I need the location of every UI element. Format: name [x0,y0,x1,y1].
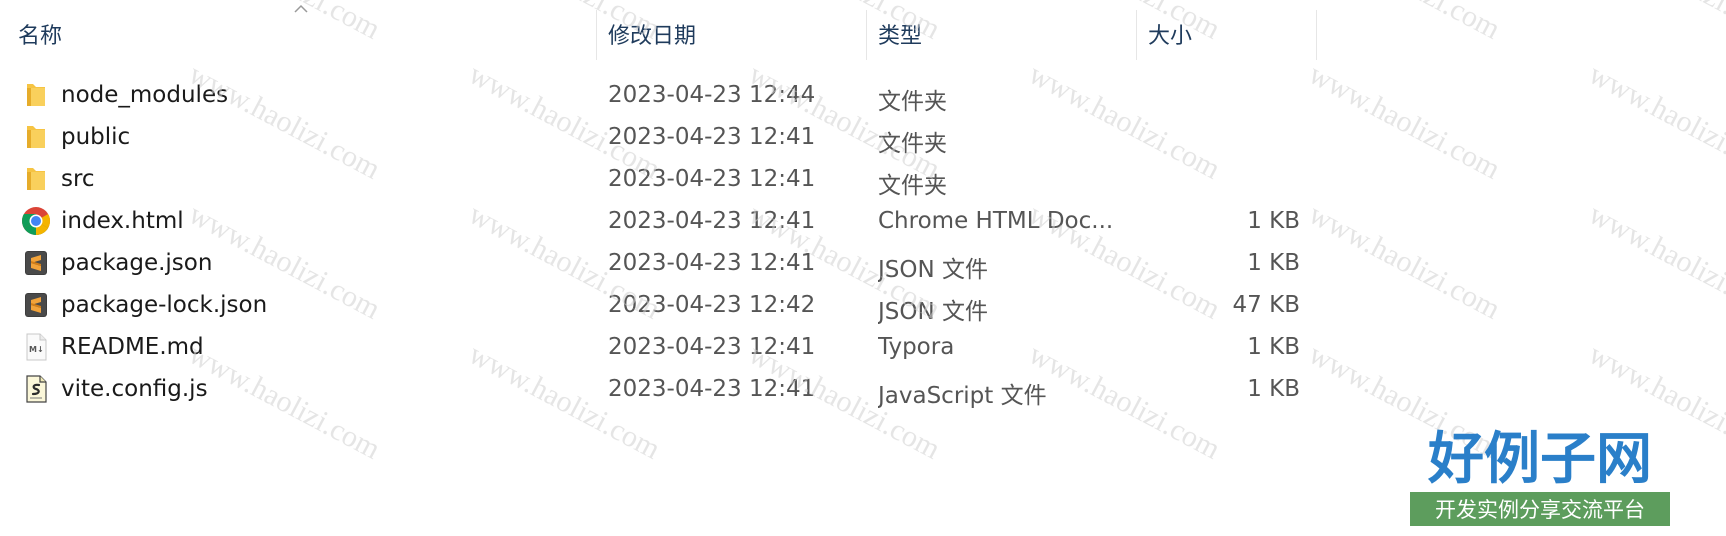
file-row[interactable]: vite.config.js 2023-04-23 12:41 JavaScri… [0,368,1330,410]
file-row[interactable]: index.html 2023-04-23 12:41 Chrome HTML … [0,200,1330,242]
file-name: package-lock.json [61,292,268,318]
column-header-bar: 名称 修改日期 类型 大小 [0,0,1726,70]
svg-text:M↓: M↓ [29,345,44,354]
file-date-modified: 2023-04-23 12:41 [608,166,816,192]
file-date-modified: 2023-04-23 12:41 [608,124,816,150]
script-file-icon [20,373,52,405]
column-divider[interactable] [596,10,597,60]
file-row[interactable]: public 2023-04-23 12:41 文件夹 [0,116,1330,158]
file-row[interactable]: M↓ README.md 2023-04-23 12:41 Typora 1 K… [0,326,1330,368]
chrome-icon [20,205,52,237]
sublime-text-icon [20,289,52,321]
file-row[interactable]: src 2023-04-23 12:41 文件夹 [0,158,1330,200]
markdown-file-icon: M↓ [20,331,52,363]
file-date-modified: 2023-04-23 12:41 [608,250,816,276]
file-name: public [61,124,131,150]
column-header-name[interactable]: 名称 [18,18,62,50]
file-type: JSON 文件 [878,257,989,283]
file-date-modified: 2023-04-23 12:44 [608,82,816,108]
file-row[interactable]: node_modules 2023-04-23 12:44 文件夹 [0,74,1330,116]
file-type: Typora [878,334,955,360]
column-divider[interactable] [1316,10,1317,60]
file-name: node_modules [61,82,229,108]
file-row[interactable]: package.json 2023-04-23 12:41 JSON 文件 1 … [0,242,1330,284]
column-divider[interactable] [866,10,867,60]
file-type: 文件夹 [878,131,947,157]
file-name: vite.config.js [61,376,208,402]
sort-ascending-icon [294,4,308,13]
file-date-modified: 2023-04-23 12:41 [608,334,816,360]
column-divider[interactable] [1136,10,1137,60]
logo-subtitle: 开发实例分享交流平台 [1435,498,1645,522]
column-header-type[interactable]: 类型 [878,18,922,50]
file-date-modified: 2023-04-23 12:42 [608,292,816,318]
file-row[interactable]: package-lock.json 2023-04-23 12:42 JSON … [0,284,1330,326]
file-type: JavaScript 文件 [878,383,1047,409]
file-size: 1 KB [1247,208,1300,234]
file-size: 1 KB [1247,376,1300,402]
folder-icon [20,79,52,111]
column-header-date-modified[interactable]: 修改日期 [608,18,696,50]
file-list: node_modules 2023-04-23 12:44 文件夹 public… [0,74,1726,410]
file-name: src [61,166,95,192]
file-date-modified: 2023-04-23 12:41 [608,208,816,234]
file-date-modified: 2023-04-23 12:41 [608,376,816,402]
folder-icon [20,163,52,195]
file-size: 1 KB [1247,250,1300,276]
sublime-text-icon [20,247,52,279]
folder-icon [20,121,52,153]
file-type: 文件夹 [878,89,947,115]
site-logo: 好例子网 开发实例分享交流平台 [1408,420,1672,528]
column-header-size[interactable]: 大小 [1148,18,1192,50]
file-size: 1 KB [1247,334,1300,360]
file-name: README.md [61,334,204,360]
file-type: JSON 文件 [878,299,989,325]
file-name: index.html [61,208,184,234]
logo-title: 好例子网 [1427,429,1652,491]
file-name: package.json [61,250,213,276]
file-type: Chrome HTML Doc... [878,208,1114,234]
file-type: 文件夹 [878,173,947,199]
file-size: 47 KB [1232,292,1300,318]
